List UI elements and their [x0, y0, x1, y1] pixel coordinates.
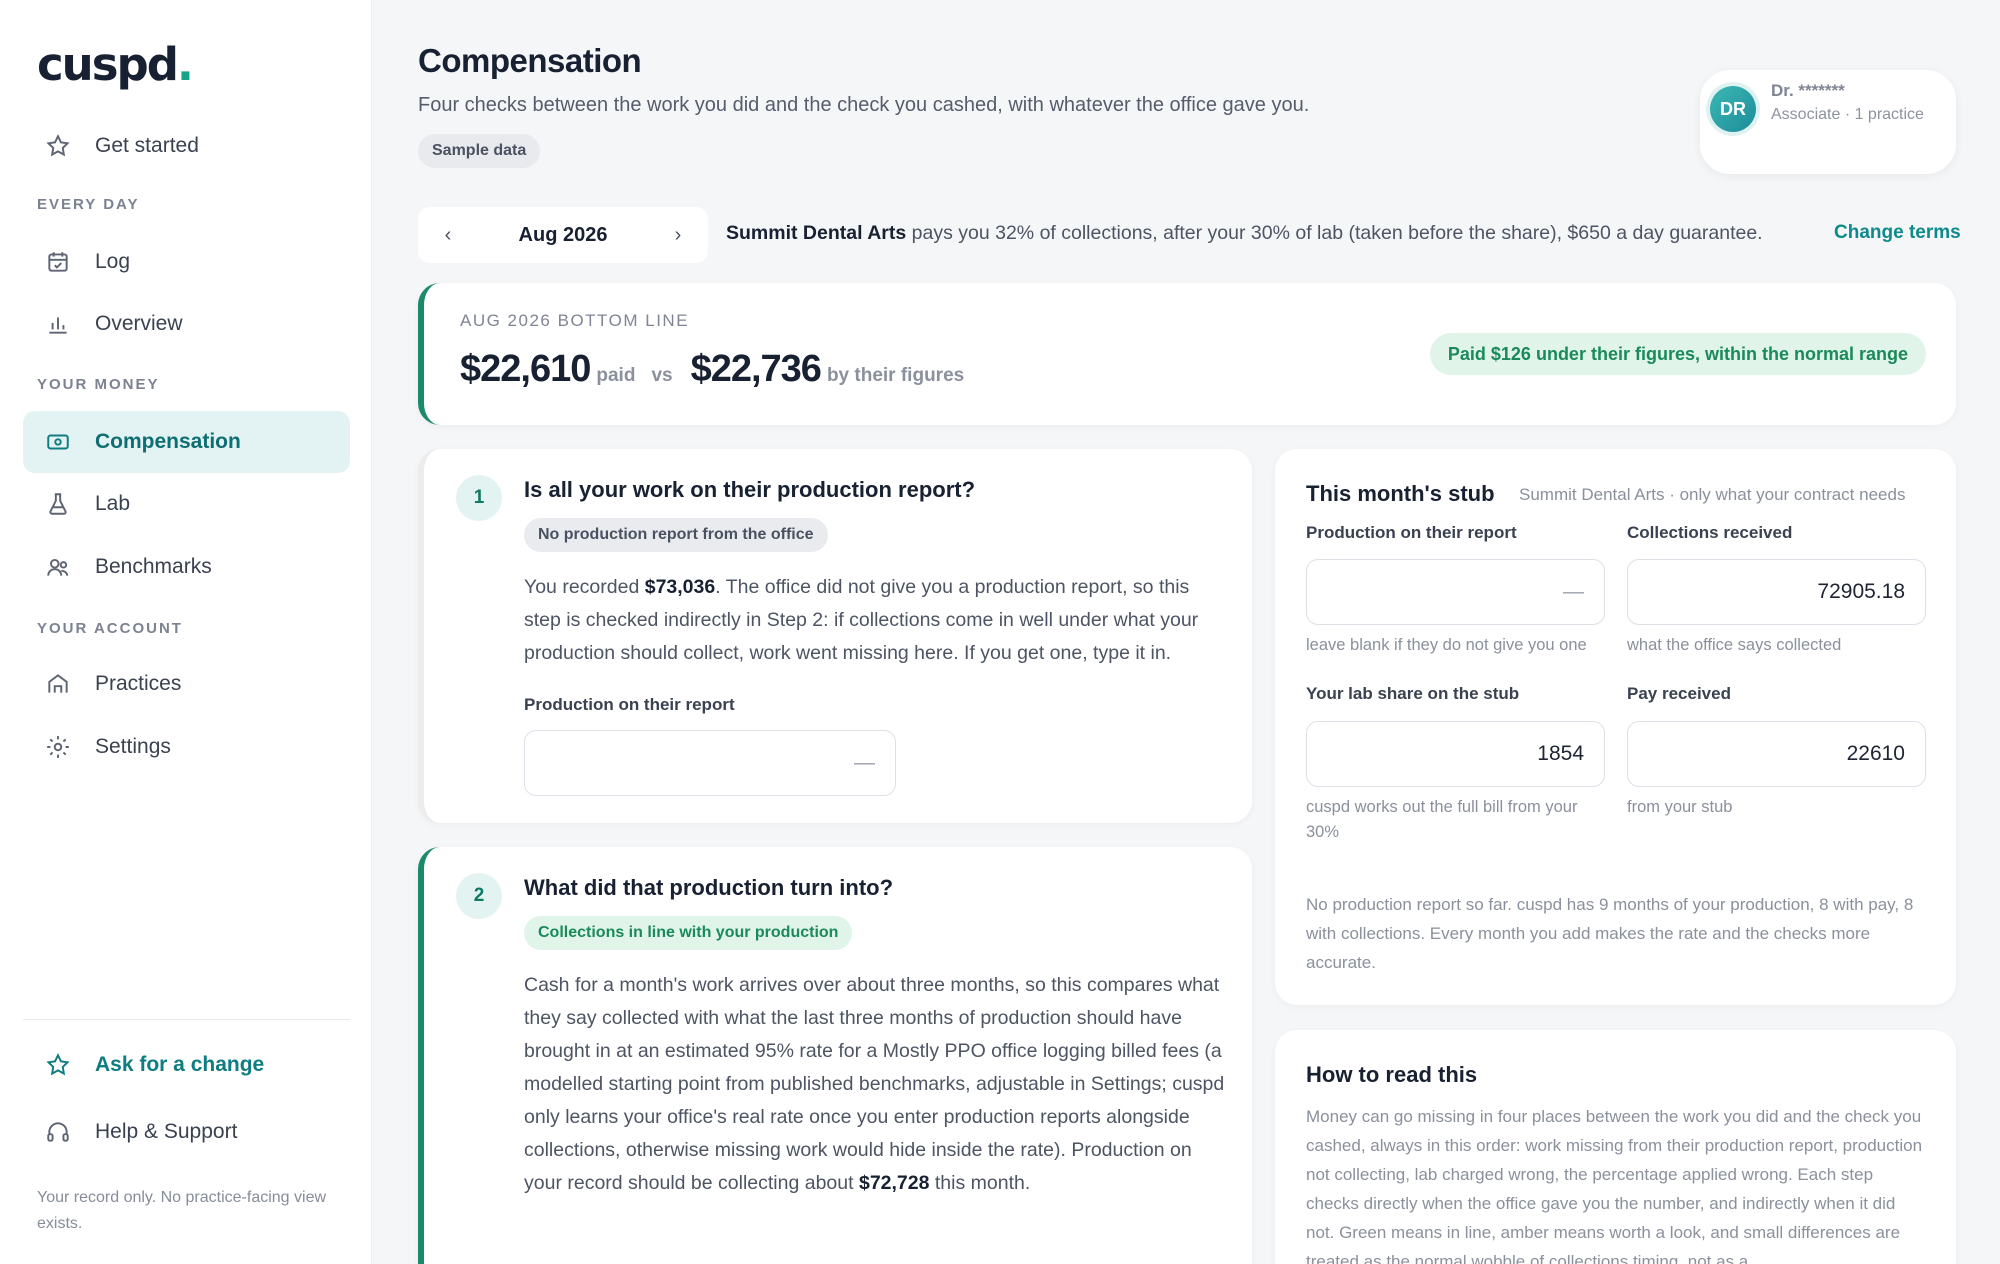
- sidebar-item-label: Benchmarks: [95, 555, 212, 578]
- star-icon: [43, 131, 73, 161]
- help-support-button[interactable]: Help & Support: [23, 1101, 350, 1163]
- step-number: 2: [456, 873, 502, 919]
- current-month: Aug 2026: [518, 223, 608, 246]
- user-role: Associate · 1 practice: [1771, 106, 1924, 123]
- user-card[interactable]: DR Dr. ******* Associate · 1 practice: [1700, 70, 1956, 174]
- next-month-button[interactable]: ›: [648, 224, 708, 247]
- terms-text: pays you 32% of collections, after your …: [906, 222, 1763, 244]
- paid-label: paid: [596, 365, 636, 386]
- field-label: Production on their report: [524, 695, 735, 714]
- users-icon: [43, 552, 73, 582]
- headset-icon: [43, 1117, 73, 1147]
- logo[interactable]: cuspd.: [37, 38, 194, 91]
- status-badge: Paid $126 under their figures, within th…: [1429, 333, 1926, 375]
- sidebar-item-label: Overview: [95, 312, 183, 335]
- sidebar-divider: [23, 1019, 350, 1020]
- stub-note: No production report so far. cuspd has 9…: [1306, 895, 1914, 972]
- field-label: Production on their report: [1306, 523, 1517, 542]
- bottom-line-card: AUG 2026 BOTTOM LINE $22,610 paid vs $22,73…: [418, 283, 1956, 425]
- sample-data-badge: Sample data: [418, 134, 541, 168]
- stub-collections-input[interactable]: 72905.18: [1627, 559, 1926, 625]
- paid-amount: $22,610: [460, 348, 591, 390]
- howto-body: Money can go missing in four places betw…: [1306, 1107, 1923, 1264]
- sidebar-item-label: Get started: [95, 134, 199, 157]
- page-subtitle: Four checks between the work you did and…: [418, 94, 1310, 116]
- sidebar-item-label: Help & Support: [95, 1120, 238, 1143]
- building-icon: [43, 669, 73, 699]
- sidebar: cuspd. Get started EVERY DAY Log Overvie…: [0, 0, 372, 1264]
- how-to-read-card: How to read this Money can go missing in…: [1275, 1030, 1956, 1264]
- stub-subtitle: Summit Dental Arts · only what your cont…: [1519, 485, 1906, 504]
- howto-title: How to read this: [1306, 1062, 1478, 1087]
- ask-for-change-button[interactable]: Ask for a change: [23, 1034, 350, 1096]
- step-2-card: 2 What did that production turn into? Co…: [418, 847, 1252, 1264]
- sidebar-item-log[interactable]: Log: [23, 231, 350, 293]
- month-picker: ‹ Aug 2026 ›: [418, 207, 708, 263]
- bar-chart-icon: [43, 309, 73, 339]
- bottom-line-figures: $22,610 paid vs $22,736 by their figures: [460, 348, 972, 391]
- field-label: Pay received: [1627, 684, 1731, 703]
- field-help: leave blank if they do not give you one: [1306, 636, 1587, 654]
- stub-pay-input[interactable]: 22610: [1627, 721, 1926, 787]
- sidebar-item-label: Settings: [95, 735, 171, 758]
- sidebar-item-label: Lab: [95, 492, 131, 515]
- gear-icon: [43, 732, 73, 762]
- their-amount: $22,736: [690, 348, 822, 390]
- stub-title: This month's stub: [1306, 481, 1495, 506]
- step-status-badge: No production report from the office: [524, 518, 828, 552]
- bottom-line-label: AUG 2026 BOTTOM LINE: [460, 311, 690, 330]
- section-every-day: EVERY DAY: [37, 196, 140, 213]
- prev-month-button[interactable]: ‹: [418, 224, 478, 247]
- sidebar-item-label: Log: [95, 250, 131, 273]
- vs-label: vs: [651, 365, 673, 386]
- monthly-stub-card: This month's stub Summit Dental Arts · o…: [1275, 449, 1956, 1005]
- stub-lab-share-input[interactable]: 1854: [1306, 721, 1605, 787]
- field-help: cuspd works out the full bill from your …: [1306, 798, 1578, 841]
- step-description: Cash for a month's work arrives over abo…: [524, 974, 1225, 1194]
- practice-name: Summit Dental Arts: [726, 222, 907, 244]
- sidebar-item-label: Practices: [95, 672, 182, 695]
- page-title: Compensation: [418, 42, 642, 79]
- sidebar-footer-note: Your record only. No practice-facing vie…: [37, 1189, 327, 1232]
- section-your-money: YOUR MONEY: [37, 376, 160, 393]
- change-terms-link[interactable]: Change terms: [1834, 222, 1961, 244]
- step-status-badge: Collections in line with your production: [524, 916, 853, 950]
- step-number: 1: [456, 475, 502, 521]
- stub-production-input[interactable]: —: [1306, 559, 1605, 625]
- sidebar-item-label: Compensation: [95, 430, 241, 453]
- step-title: What did that production turn into?: [524, 875, 894, 900]
- calendar-icon: [43, 247, 73, 277]
- flask-icon: [43, 489, 73, 519]
- production-report-input[interactable]: —: [524, 730, 896, 796]
- sidebar-item-get-started[interactable]: Get started: [23, 115, 350, 177]
- sidebar-item-lab[interactable]: Lab: [23, 473, 350, 535]
- sidebar-item-settings[interactable]: Settings: [23, 716, 350, 778]
- field-label: Collections received: [1627, 523, 1793, 542]
- sidebar-item-practices[interactable]: Practices: [23, 653, 350, 715]
- field-help: what the office says collected: [1627, 636, 1842, 654]
- field-help: from your stub: [1627, 798, 1733, 816]
- step-title: Is all your work on their production rep…: [524, 477, 976, 502]
- sidebar-item-overview[interactable]: Overview: [23, 293, 350, 355]
- user-name: Dr. *******: [1771, 81, 1845, 100]
- step-description: You recorded $73,036. The office did not…: [524, 576, 1199, 664]
- contract-terms: Summit Dental Arts pays you 32% of colle…: [726, 222, 1763, 245]
- step-1-card: 1 Is all your work on their production r…: [418, 449, 1252, 823]
- sidebar-item-label: Ask for a change: [95, 1053, 265, 1076]
- star-icon: [43, 1050, 73, 1080]
- field-label: Your lab share on the stub: [1306, 684, 1520, 703]
- section-your-account: YOUR ACCOUNT: [37, 620, 183, 637]
- sidebar-item-compensation[interactable]: Compensation: [23, 411, 350, 473]
- their-label: by their figures: [826, 365, 965, 386]
- banknote-icon: [43, 427, 73, 457]
- sidebar-item-benchmarks[interactable]: Benchmarks: [23, 536, 350, 598]
- avatar: DR: [1710, 86, 1756, 132]
